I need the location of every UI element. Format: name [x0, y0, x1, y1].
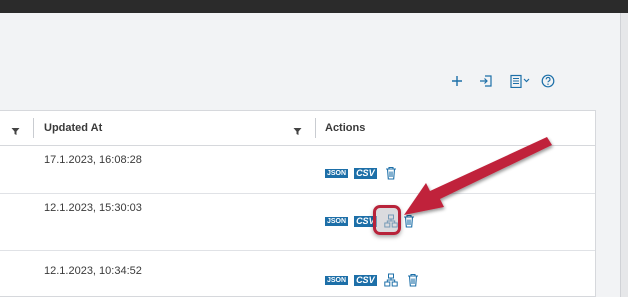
- row-actions: JSON CSV: [325, 272, 421, 288]
- trash-icon[interactable]: [405, 272, 421, 288]
- table-header: Updated At Actions: [0, 111, 595, 146]
- updated-at-cell: 17.1.2023, 16:08:28: [44, 154, 142, 166]
- row-actions: JSON CSV: [325, 165, 399, 181]
- help-button[interactable]: [539, 71, 557, 91]
- column-header-updated-at[interactable]: Updated At: [44, 111, 102, 145]
- column-separator[interactable]: [33, 118, 34, 138]
- trash-icon[interactable]: [383, 165, 399, 181]
- trash-icon[interactable]: [401, 213, 417, 229]
- json-icon[interactable]: JSON: [325, 168, 349, 178]
- json-icon[interactable]: JSON: [325, 275, 349, 285]
- hierarchy-icon[interactable]: [383, 272, 399, 288]
- import-button[interactable]: [477, 71, 495, 91]
- filter-icon[interactable]: [11, 123, 20, 141]
- json-icon[interactable]: JSON: [325, 216, 349, 226]
- plus-icon: [452, 76, 462, 86]
- scrollbar-track[interactable]: [620, 13, 628, 297]
- row-actions: JSON CSV: [325, 213, 417, 229]
- csv-icon[interactable]: CSV: [354, 167, 377, 179]
- filter-icon[interactable]: [293, 123, 302, 141]
- export-menu-button[interactable]: [509, 71, 535, 91]
- table-row[interactable]: 17.1.2023, 16:08:28 JSON CSV: [0, 146, 595, 194]
- column-separator[interactable]: [315, 118, 316, 138]
- table-row[interactable]: 12.1.2023, 10:34:52 JSON CSV: [0, 250, 595, 298]
- annotation-highlight-box: [373, 205, 401, 235]
- window-top-bar: [0, 0, 628, 13]
- document-dropdown-icon: [510, 74, 530, 88]
- csv-icon[interactable]: CSV: [354, 274, 377, 286]
- help-icon: [541, 74, 555, 88]
- column-header-actions: Actions: [325, 122, 366, 134]
- import-icon: [480, 75, 492, 87]
- data-table: Updated At Actions 17.1.2023, 16:08:28 J…: [0, 110, 596, 297]
- table-row[interactable]: 12.1.2023, 15:30:03 JSON CSV: [0, 193, 595, 251]
- updated-at-cell: 12.1.2023, 15:30:03: [44, 202, 142, 214]
- add-button[interactable]: [448, 71, 466, 91]
- updated-at-cell: 12.1.2023, 10:34:52: [44, 265, 142, 277]
